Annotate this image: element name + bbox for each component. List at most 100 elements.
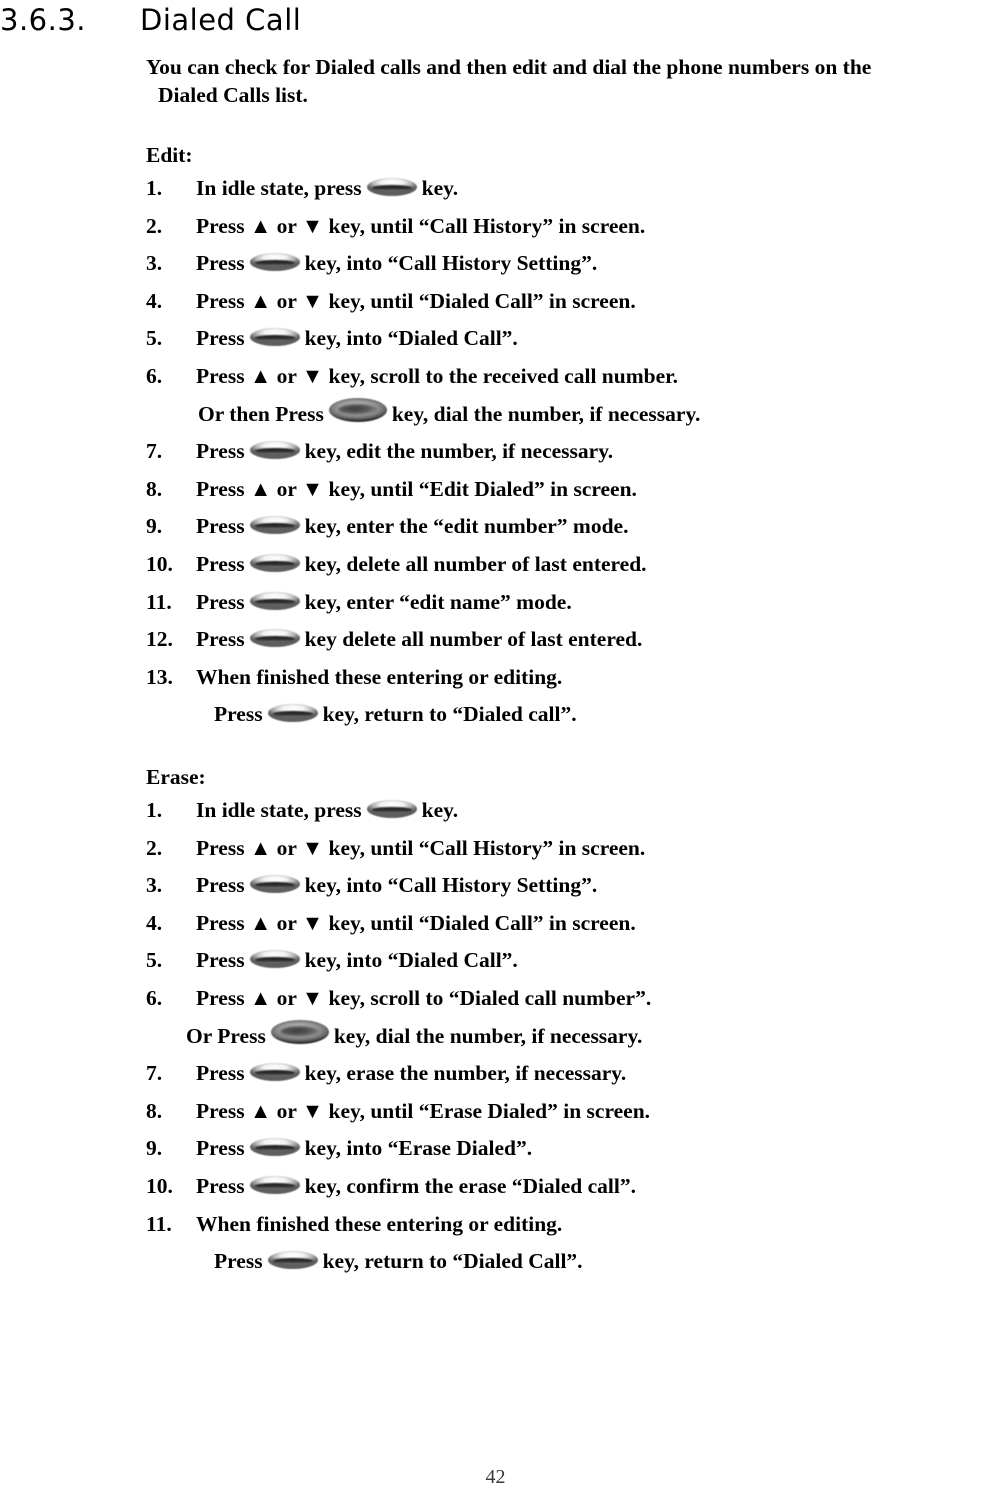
step-marker: 3.	[146, 873, 163, 898]
step-text: Press	[196, 948, 245, 973]
ok-key-icon	[250, 1062, 300, 1082]
step-text-after-icon: key delete all number of last entered.	[304, 627, 643, 652]
edit-section: Edit: 1. In idle state, press key. 2. Press …	[146, 140, 991, 734]
step-text: Press ▲ or ▼ key, until “Dialed Call” in…	[196, 910, 636, 935]
step-marker: 10.	[146, 551, 173, 576]
step-text: Press ▲ or ▼ key, scroll to “Dialed call…	[196, 985, 652, 1010]
ok-key-icon	[250, 440, 300, 460]
step-text-after-icon: key, edit the number, if necessary.	[304, 439, 614, 464]
step-text: Press	[196, 873, 245, 898]
step-text: Press	[196, 251, 245, 276]
ok-key-icon	[250, 553, 300, 573]
step-marker: 7.	[146, 1061, 163, 1086]
intro-line-2: Dialed Calls list.	[158, 83, 308, 107]
step-text: Press	[196, 551, 245, 576]
list-item: 6. Press ▲ or ▼ key, scroll to “Dialed ca…	[146, 980, 991, 1018]
step-text: Or Press	[186, 1023, 266, 1048]
step-text-after-icon: key, into “Dialed Call”.	[304, 948, 518, 973]
edit-steps-list: 1. In idle state, press key. 2. Press ▲ or ▼…	[146, 170, 991, 734]
step-text-after-icon: key, confirm the erase “Dialed call”.	[304, 1173, 636, 1198]
step-continuation: Or Press key, dial the number, if necessa…	[146, 1018, 991, 1056]
step-text: Press ▲ or ▼ key, until “Call History” i…	[196, 835, 646, 860]
list-item: 1. In idle state, press key.	[146, 170, 991, 208]
list-item: 7. Press key, erase the number, if necessa…	[146, 1055, 991, 1093]
step-marker: 6.	[146, 363, 163, 388]
step-text: Press ▲ or ▼ key, until “Edit Dialed” in…	[196, 476, 637, 501]
ok-key-icon	[268, 703, 318, 723]
step-marker: 2.	[146, 835, 163, 860]
erase-section-title: Erase:	[146, 765, 206, 789]
step-marker: 4.	[146, 288, 163, 313]
list-item: 7. Press key, edit the number, if necessar…	[146, 433, 991, 471]
step-marker: 9.	[146, 514, 163, 539]
step-text-after-icon: key, enter the “edit number” mode.	[304, 514, 629, 539]
list-item: 1. In idle state, press key.	[146, 792, 991, 830]
step-text: Press	[196, 1173, 245, 1198]
page-number: 42	[485, 1466, 506, 1488]
step-marker: 8.	[146, 476, 163, 501]
step-text-after-icon: key, dial the number, if necessary.	[333, 1023, 643, 1048]
step-text-after-icon: key, enter “edit name” mode.	[304, 589, 572, 614]
step-marker: 4.	[146, 910, 163, 935]
ok-key-icon	[250, 591, 300, 611]
step-continuation: Or then Press key, dial the number, if ne…	[146, 396, 991, 434]
list-item: 10. Press key, confirm the erase “Dialed c…	[146, 1168, 991, 1206]
step-marker: 1.	[146, 798, 163, 822]
erase-section: Erase: 1. In idle state, press key. 2. Press…	[146, 762, 991, 1281]
list-item: 5. Press key, into “Dialed Call”.	[146, 942, 991, 980]
ok-key-icon	[367, 799, 417, 819]
step-text: Press ▲ or ▼ key, until “Dialed Call” in…	[196, 288, 636, 313]
step-marker: 11.	[146, 589, 172, 614]
step-text: When finished these entering or editing.	[196, 664, 563, 689]
step-text: Press	[214, 1249, 263, 1274]
list-item: 5. Press key, into “Dialed Call”.	[146, 320, 991, 358]
step-text: In idle state, press	[196, 176, 362, 200]
step-text: Press	[196, 514, 245, 539]
step-text-after-icon: key, into “Call History Setting”.	[304, 873, 598, 898]
step-text-after-icon: key, into “Call History Setting”.	[304, 251, 598, 276]
ok-key-icon	[367, 177, 417, 197]
step-text: Press	[214, 702, 263, 727]
step-continuation: Press key, return to “Dialed call”.	[146, 696, 991, 734]
dial-key-icon	[329, 397, 387, 423]
step-marker: 13.	[146, 664, 173, 689]
step-text: Or then Press	[198, 401, 324, 426]
ok-key-icon	[250, 874, 300, 894]
list-item: 8. Press ▲ or ▼ key, until “Edit Dialed” …	[146, 471, 991, 509]
list-item: 9. Press key, enter the “edit number” mode…	[146, 508, 991, 546]
step-marker: 1.	[146, 176, 163, 200]
step-marker: 2.	[146, 213, 163, 238]
erase-steps-list: 1. In idle state, press key. 2. Press ▲ or ▼…	[146, 792, 991, 1281]
step-text-after-icon: key.	[421, 798, 459, 822]
intro-line-1: You can check for Dialed calls and then …	[146, 55, 872, 79]
list-item: 11. Press key, enter “edit name” mode.	[146, 584, 991, 622]
step-text-after-icon: key, into “Erase Dialed”.	[304, 1136, 533, 1161]
step-text: When finished these entering or editing.	[196, 1211, 563, 1236]
step-text-after-icon: key, delete all number of last entered.	[304, 551, 647, 576]
page-heading: 3.6.3. Dialed Call	[0, 0, 991, 42]
step-text: Press ▲ or ▼ key, until “Call History” i…	[196, 213, 646, 238]
list-item: 3. Press key, into “Call History Setting”.	[146, 245, 991, 283]
step-text: Press	[196, 326, 245, 351]
step-text: Press	[196, 439, 245, 464]
step-text-after-icon: key, dial the number, if necessary.	[391, 401, 701, 426]
ok-key-icon	[250, 1137, 300, 1157]
list-item: 3. Press key, into “Call History Setting”.	[146, 867, 991, 905]
step-text: In idle state, press	[196, 798, 362, 822]
list-item: 13. When finished these entering or editi…	[146, 659, 991, 697]
step-continuation: Press key, return to “Dialed Call”.	[146, 1243, 991, 1281]
list-item: 8. Press ▲ or ▼ key, until “Erase Dialed”…	[146, 1093, 991, 1131]
step-marker: 11.	[146, 1211, 172, 1236]
step-marker: 7.	[146, 439, 163, 464]
list-item: 4. Press ▲ or ▼ key, until “Dialed Call” …	[146, 283, 991, 321]
step-marker: 5.	[146, 326, 163, 351]
step-text: Press ▲ or ▼ key, scroll to the received…	[196, 363, 679, 388]
step-text-after-icon: key, return to “Dialed Call”.	[322, 1249, 583, 1274]
edit-section-title: Edit:	[146, 143, 193, 167]
step-marker: 5.	[146, 948, 163, 973]
dial-key-icon	[271, 1019, 329, 1045]
list-item: 2. Press ▲ or ▼ key, until “Call History”…	[146, 208, 991, 246]
step-text: Press	[196, 627, 245, 652]
list-item: 2. Press ▲ or ▼ key, until “Call History”…	[146, 830, 991, 868]
ok-key-icon	[250, 628, 300, 648]
